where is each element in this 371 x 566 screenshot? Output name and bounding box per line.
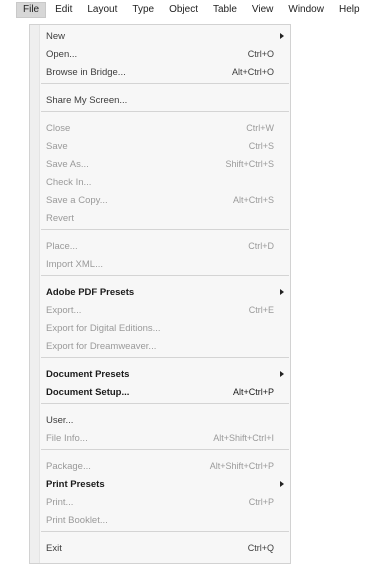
- menu-item-shortcut: Alt+Shift+Ctrl+P: [209, 461, 274, 471]
- menu-item-user[interactable]: User...: [30, 413, 290, 428]
- menu-item-shortcut: Alt+Ctrl+O: [231, 67, 274, 77]
- menu-item-shortcut: Ctrl+E: [248, 305, 274, 315]
- menu-item-browse-in-bridge[interactable]: Browse in Bridge... Alt+Ctrl+O: [30, 65, 290, 80]
- menubar-item-file[interactable]: File: [16, 2, 47, 18]
- menu-item-label: Close: [46, 123, 71, 134]
- menu-item-label: File Info...: [46, 433, 88, 444]
- menu-item-label: Export...: [46, 305, 82, 316]
- menu-item-label: Import XML...: [46, 259, 104, 270]
- menubar-item-view[interactable]: View: [246, 2, 280, 18]
- menu-item-open[interactable]: Open... Ctrl+O: [30, 47, 290, 62]
- menu-item-close[interactable]: Close Ctrl+W: [30, 121, 290, 136]
- menu-item-label: Adobe PDF Presets: [46, 287, 135, 298]
- menu-item-shortcut: Shift+Ctrl+S: [225, 159, 274, 169]
- menubar-item-object[interactable]: Object: [163, 2, 204, 18]
- menu-item-export-for-dreamweaver[interactable]: Export for Dreamweaver...: [30, 339, 290, 354]
- menu-item-shortcut: Alt+Shift+Ctrl+I: [213, 433, 274, 443]
- menubar-item-window[interactable]: Window: [282, 2, 330, 18]
- menu-item-label: Share My Screen...: [46, 95, 128, 106]
- menubar-item-help[interactable]: Help: [333, 2, 366, 18]
- menu-item-shortcut: Ctrl+W: [246, 123, 274, 133]
- menu-item-label: New: [46, 31, 66, 42]
- submenu-arrow-icon: [280, 371, 284, 377]
- menu-item-adobe-pdf-presets[interactable]: Adobe PDF Presets: [30, 285, 290, 300]
- menu-item-label: Open...: [46, 49, 78, 60]
- menu-item-label: Export for Digital Editions...: [46, 323, 161, 334]
- menubar-item-type[interactable]: Type: [126, 2, 160, 18]
- menu-item-revert[interactable]: Revert: [30, 211, 290, 226]
- menu-bar: File Edit Layout Type Object Table View …: [0, 0, 371, 20]
- menu-item-label: Save As...: [46, 159, 89, 170]
- menu-item-shortcut: Ctrl+P: [248, 497, 274, 507]
- menu-item-label: Print...: [46, 497, 74, 508]
- menu-item-shortcut: Alt+Ctrl+P: [232, 387, 274, 397]
- menu-item-label: Document Presets: [46, 369, 130, 380]
- menu-separator: [41, 111, 289, 112]
- menu-item-export-for-digital-editions[interactable]: Export for Digital Editions...: [30, 321, 290, 336]
- file-menu-dropdown: New Open... Ctrl+O Browse in Bridge... Alt+C…: [29, 24, 291, 564]
- submenu-arrow-icon: [280, 481, 284, 487]
- menu-item-share-my-screen[interactable]: Share My Screen...: [30, 93, 290, 108]
- menu-item-label: User...: [46, 415, 74, 426]
- menu-separator: [41, 229, 289, 230]
- menu-item-check-in[interactable]: Check In...: [30, 175, 290, 190]
- menu-item-import-xml[interactable]: Import XML...: [30, 257, 290, 272]
- menu-item-label: Document Setup...: [46, 387, 130, 398]
- menu-item-save-as[interactable]: Save As... Shift+Ctrl+S: [30, 157, 290, 172]
- menu-item-label: Print Presets: [46, 479, 105, 490]
- menu-item-label: Export for Dreamweaver...: [46, 341, 157, 352]
- menu-separator: [41, 531, 289, 532]
- menubar-item-table[interactable]: Table: [207, 2, 243, 18]
- submenu-arrow-icon: [280, 289, 284, 295]
- menu-item-label: Revert: [46, 213, 74, 224]
- menu-item-document-presets[interactable]: Document Presets: [30, 367, 290, 382]
- menu-item-print-presets[interactable]: Print Presets: [30, 477, 290, 492]
- menu-item-label: Browse in Bridge...: [46, 67, 126, 78]
- menu-separator: [41, 83, 289, 84]
- menu-separator: [41, 357, 289, 358]
- menu-item-save[interactable]: Save Ctrl+S: [30, 139, 290, 154]
- menu-item-label: Save a Copy...: [46, 195, 108, 206]
- menu-item-new[interactable]: New: [30, 29, 290, 44]
- submenu-arrow-icon: [280, 33, 284, 39]
- menu-separator: [41, 403, 289, 404]
- menu-separator: [41, 449, 289, 450]
- menu-item-label: Check In...: [46, 177, 92, 188]
- menu-item-place[interactable]: Place... Ctrl+D: [30, 239, 290, 254]
- menu-item-save-a-copy[interactable]: Save a Copy... Alt+Ctrl+S: [30, 193, 290, 208]
- menu-item-shortcut: Ctrl+Q: [247, 543, 274, 553]
- menubar-item-layout[interactable]: Layout: [81, 2, 123, 18]
- menu-item-exit[interactable]: Exit Ctrl+Q: [30, 541, 290, 556]
- menu-item-print[interactable]: Print... Ctrl+P: [30, 495, 290, 510]
- menu-item-label: Exit: [46, 543, 62, 554]
- menu-item-label: Save: [46, 141, 68, 152]
- menu-item-label: Place...: [46, 241, 78, 252]
- menu-item-label: Print Booklet...: [46, 515, 108, 526]
- app-window: File Edit Layout Type Object Table View …: [0, 0, 371, 566]
- menu-item-package[interactable]: Package... Alt+Shift+Ctrl+P: [30, 459, 290, 474]
- menubar-item-edit[interactable]: Edit: [49, 2, 78, 18]
- menu-item-print-booklet[interactable]: Print Booklet...: [30, 513, 290, 528]
- menu-item-file-info[interactable]: File Info... Alt+Shift+Ctrl+I: [30, 431, 290, 446]
- menu-item-shortcut: Ctrl+D: [248, 241, 274, 251]
- menu-separator: [41, 275, 289, 276]
- menu-item-label: Package...: [46, 461, 91, 472]
- menu-item-shortcut: Ctrl+O: [247, 49, 274, 59]
- menu-item-document-setup[interactable]: Document Setup... Alt+Ctrl+P: [30, 385, 290, 400]
- menu-item-export[interactable]: Export... Ctrl+E: [30, 303, 290, 318]
- menu-item-shortcut: Ctrl+S: [248, 141, 274, 151]
- menu-item-shortcut: Alt+Ctrl+S: [232, 195, 274, 205]
